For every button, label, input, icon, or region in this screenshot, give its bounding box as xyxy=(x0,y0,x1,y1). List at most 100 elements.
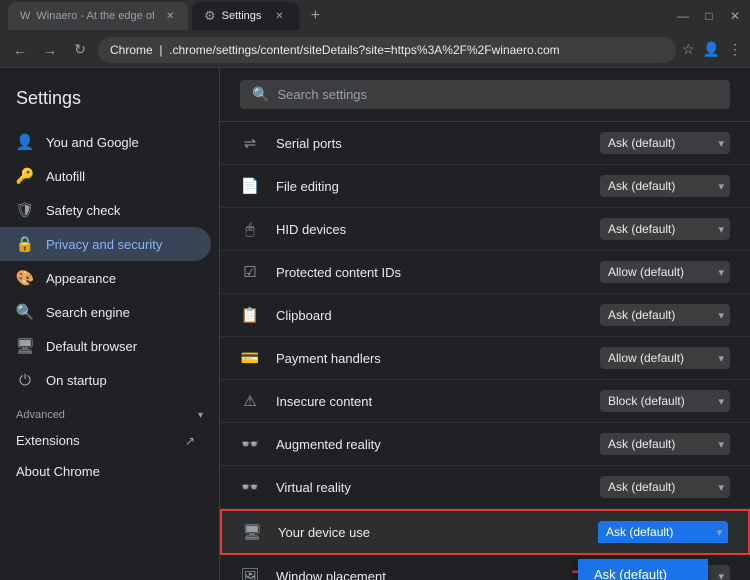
augmented-reality-icon: 👓 xyxy=(240,434,260,454)
sidebar-item-safety-check[interactable]: 🛡 Safety check xyxy=(0,193,211,227)
dropdown-option-ask[interactable]: Ask (default) xyxy=(578,559,708,580)
insecure-content-row: ⚠ Insecure content Block (default) Allow xyxy=(220,380,750,423)
hid-devices-select[interactable]: Ask (default) Allow Block xyxy=(600,218,730,240)
protected-content-icon: ☑ xyxy=(240,262,260,282)
title-bar: W Winaero - At the edge of tweaki… ✕ ⚙ S… xyxy=(0,0,750,32)
extensions-external-icon: ↗ xyxy=(185,434,195,448)
tab-settings-close[interactable]: ✕ xyxy=(271,8,287,24)
hid-devices-label: HID devices xyxy=(276,222,584,237)
clipboard-row: 📋 Clipboard Ask (default) Allow Block xyxy=(220,294,750,337)
your-device-use-select[interactable]: Ask (default) Allow Block xyxy=(598,521,728,543)
window-controls: — □ ✕ xyxy=(676,9,742,23)
protected-content-label: Protected content IDs xyxy=(276,265,584,280)
new-tab-button[interactable]: + xyxy=(303,4,327,28)
your-device-use-icon: 🖥 xyxy=(242,522,262,542)
sidebar-item-search-engine[interactable]: 🔍 Search engine xyxy=(0,295,211,329)
virtual-reality-row: 👓 Virtual reality Ask (default) Allow Bl… xyxy=(220,466,750,509)
serial-ports-select-wrap: Ask (default) Allow Block xyxy=(600,132,730,154)
payment-handlers-label: Payment handlers xyxy=(276,351,584,366)
address-input[interactable] xyxy=(98,37,676,63)
minimize-button[interactable]: — xyxy=(676,9,690,23)
file-editing-row: 📄 File editing Ask (default) Allow Block xyxy=(220,165,750,208)
augmented-reality-label: Augmented reality xyxy=(276,437,584,452)
sidebar-item-privacy-security[interactable]: 🔒 Privacy and security xyxy=(0,227,211,261)
sidebar-item-about-chrome-label: About Chrome xyxy=(16,464,195,479)
sidebar-item-default-browser[interactable]: 🖥 Default browser xyxy=(0,329,211,363)
sidebar-item-on-startup[interactable]: ⏻ On startup xyxy=(0,363,211,397)
insecure-content-label: Insecure content xyxy=(276,394,584,409)
file-editing-select[interactable]: Ask (default) Allow Block xyxy=(600,175,730,197)
payment-handlers-select[interactable]: Allow (default) Ask Block xyxy=(600,347,730,369)
protected-content-row: ☑ Protected content IDs Allow (default) … xyxy=(220,251,750,294)
protected-content-select-wrap: Allow (default) Ask Block xyxy=(600,261,730,283)
clipboard-select-wrap: Ask (default) Allow Block xyxy=(600,304,730,326)
autofill-icon: 🔑 xyxy=(16,167,34,185)
augmented-reality-select[interactable]: Ask (default) Allow Block xyxy=(600,433,730,455)
sidebar-advanced-section: Advanced ▾ xyxy=(0,397,219,425)
your-device-use-label: Your device use xyxy=(278,525,582,540)
window-placement-label: Window placement xyxy=(276,569,584,580)
augmented-reality-select-wrap: Ask (default) Allow Block xyxy=(600,433,730,455)
sidebar-title: Settings xyxy=(0,80,219,125)
on-startup-icon: ⏻ xyxy=(16,371,34,389)
tab-winaero-favicon: W xyxy=(20,10,30,22)
refresh-button[interactable]: ↻ xyxy=(68,38,92,62)
appearance-icon: 🎨 xyxy=(16,269,34,287)
address-bar: ← → ↻ ☆ 👤 ⋮ xyxy=(0,32,750,68)
sidebar-item-appearance[interactable]: 🎨 Appearance xyxy=(0,261,211,295)
payment-handlers-select-wrap: Allow (default) Ask Block xyxy=(600,347,730,369)
file-editing-label: File editing xyxy=(276,179,584,194)
address-icons: ☆ 👤 ⋮ xyxy=(682,41,742,58)
sidebar-item-default-browser-label: Default browser xyxy=(46,339,195,354)
back-button[interactable]: ← xyxy=(8,38,32,62)
hid-devices-select-wrap: Ask (default) Allow Block xyxy=(600,218,730,240)
sidebar-item-autofill-label: Autofill xyxy=(46,169,195,184)
payment-handlers-row: 💳 Payment handlers Allow (default) Ask B… xyxy=(220,337,750,380)
search-input[interactable] xyxy=(277,87,718,102)
close-button[interactable]: ✕ xyxy=(728,9,742,23)
safety-check-icon: 🛡 xyxy=(16,201,34,219)
sidebar-item-about-chrome[interactable]: About Chrome xyxy=(0,456,211,487)
sidebar-item-appearance-label: Appearance xyxy=(46,271,195,286)
advanced-chevron-icon: ▾ xyxy=(198,410,203,421)
profile-icon[interactable]: 👤 xyxy=(703,41,720,58)
file-editing-icon: 📄 xyxy=(240,176,260,196)
settings-content: 🔍 ⇌ Serial ports Ask (default) Allow Blo… xyxy=(220,68,750,580)
sidebar-item-autofill[interactable]: 🔑 Autofill xyxy=(0,159,211,193)
sidebar: Settings 👤 You and Google 🔑 Autofill 🛡 S… xyxy=(0,68,220,580)
insecure-content-icon: ⚠ xyxy=(240,391,260,411)
privacy-security-icon: 🔒 xyxy=(16,235,34,253)
tab-settings[interactable]: ⚙ Settings ✕ xyxy=(192,2,299,30)
hid-devices-row: 🖱 HID devices Ask (default) Allow Block xyxy=(220,208,750,251)
serial-ports-select[interactable]: Ask (default) Allow Block xyxy=(600,132,730,154)
virtual-reality-select[interactable]: Ask (default) Allow Block xyxy=(600,476,730,498)
insecure-content-select[interactable]: Block (default) Allow xyxy=(600,390,730,412)
virtual-reality-icon: 👓 xyxy=(240,477,260,497)
search-input-wrap: 🔍 xyxy=(240,80,730,109)
tab-winaero[interactable]: W Winaero - At the edge of tweaki… ✕ xyxy=(8,2,188,30)
bookmark-icon[interactable]: ☆ xyxy=(682,41,695,58)
tab-winaero-close[interactable]: ✕ xyxy=(164,8,176,24)
file-editing-select-wrap: Ask (default) Allow Block xyxy=(600,175,730,197)
sidebar-item-you-google[interactable]: 👤 You and Google xyxy=(0,125,211,159)
virtual-reality-label: Virtual reality xyxy=(276,480,584,495)
serial-ports-row: ⇌ Serial ports Ask (default) Allow Block xyxy=(220,122,750,165)
clipboard-select[interactable]: Ask (default) Allow Block xyxy=(600,304,730,326)
protected-content-select[interactable]: Allow (default) Ask Block xyxy=(600,261,730,283)
tab-winaero-label: Winaero - At the edge of tweaki… xyxy=(36,10,154,22)
advanced-label: Advanced xyxy=(16,409,65,421)
forward-button[interactable]: → xyxy=(38,38,62,62)
window-placement-icon: 🖼 xyxy=(240,566,260,580)
clipboard-icon: 📋 xyxy=(240,305,260,325)
tab-settings-favicon: ⚙ xyxy=(204,8,216,24)
settings-rows-container: ⇌ Serial ports Ask (default) Allow Block… xyxy=(220,122,750,580)
sidebar-item-you-google-label: You and Google xyxy=(46,135,195,150)
your-device-use-select-wrap: Ask (default) Allow Block Ask (default) … xyxy=(598,521,728,543)
default-browser-icon: 🖥 xyxy=(16,337,34,355)
sidebar-item-extensions[interactable]: Extensions ↗ xyxy=(0,425,211,456)
menu-icon[interactable]: ⋮ xyxy=(728,41,742,58)
hid-devices-icon: 🖱 xyxy=(240,219,260,239)
maximize-button[interactable]: □ xyxy=(702,9,716,23)
sidebar-item-extensions-label: Extensions xyxy=(16,433,173,448)
sidebar-item-privacy-security-label: Privacy and security xyxy=(46,237,195,252)
